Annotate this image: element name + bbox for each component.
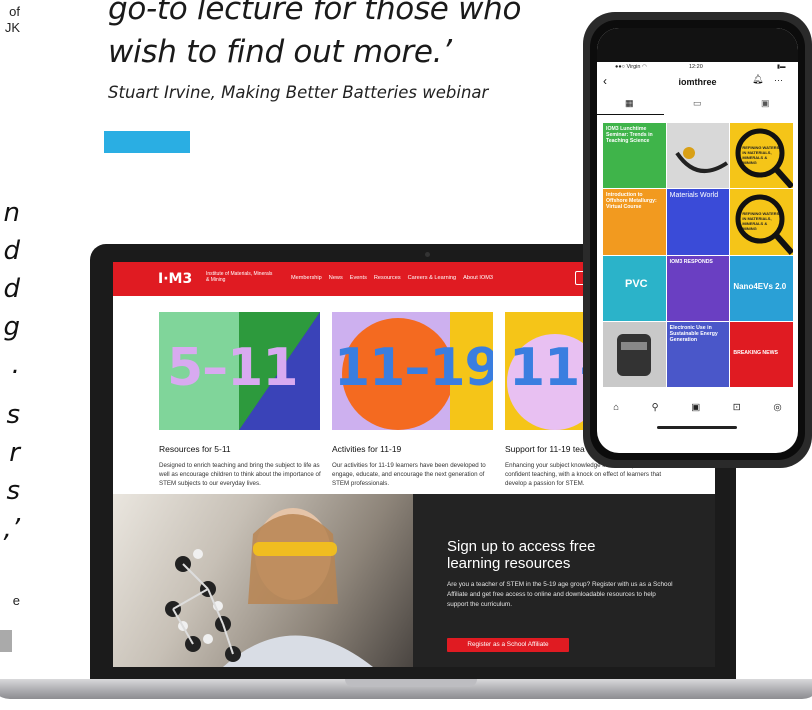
reels-icon[interactable]: ▭ bbox=[693, 98, 702, 109]
battery-icon: ▮▬ bbox=[777, 64, 786, 70]
post-caption: REFINING WATERS IN MATERIALS, MINERALS &… bbox=[742, 145, 780, 165]
post-grid: IOM3 Lunchtime Seminar: Trends in Teachi… bbox=[603, 123, 793, 387]
left-fragment-line: g bbox=[3, 312, 20, 342]
quote-text: go-to lecture for those who wish to find… bbox=[108, 0, 578, 74]
student-photo bbox=[113, 494, 413, 667]
left-fragment-line: s bbox=[6, 400, 20, 430]
home-indicator bbox=[657, 426, 737, 429]
left-fragment-line: s bbox=[6, 476, 20, 506]
reels-icon[interactable]: ▣ bbox=[691, 402, 700, 413]
post-caption: Nano4EVs 2.0 bbox=[733, 281, 787, 291]
phone-top-bezel bbox=[597, 28, 798, 62]
card-title[interactable]: Activities for 11-19 bbox=[332, 444, 401, 454]
post-tile[interactable]: Electronic Use in Sustainable Energy Gen… bbox=[666, 321, 730, 387]
main-nav: Membership News Events Resources Careers… bbox=[291, 275, 493, 281]
shop-icon[interactable]: ⊡ bbox=[733, 402, 741, 413]
quote-line-1: go-to lecture for those who bbox=[108, 0, 522, 27]
tagged-icon[interactable]: ▣ bbox=[761, 98, 770, 109]
profile-icon[interactable]: ◎ bbox=[773, 402, 781, 413]
grid-icon[interactable]: ▦ bbox=[625, 98, 634, 109]
left-fragment-bottom: e bbox=[12, 593, 20, 608]
card-image-11-19[interactable]: 11–19 bbox=[332, 312, 493, 430]
status-time: 12:20 bbox=[689, 64, 703, 70]
post-caption: PVC bbox=[625, 277, 648, 290]
phone-screen: ●●○ Virgin ◠ 12:20 ▮▬ ‹ iomthree 🔔︎ ··· … bbox=[597, 28, 798, 453]
site-logo[interactable]: I·M3 bbox=[158, 271, 192, 287]
post-tile[interactable]: PVC bbox=[603, 255, 666, 321]
card-title[interactable]: Support for 11-19 tea bbox=[505, 444, 585, 454]
bottom-nav: ⌂ ⚲ ▣ ⊡ ◎ bbox=[597, 396, 798, 418]
carrier-label: ●●○ Virgin ◠ bbox=[615, 64, 647, 70]
carrier-name: Virgin bbox=[626, 64, 641, 70]
post-tile[interactable]: Nano4EVs 2.0 bbox=[730, 255, 793, 321]
card-description: Our activities for 11-19 learners have b… bbox=[332, 462, 486, 487]
post-caption: REFINING WATERS IN MATERIALS, MINERALS &… bbox=[742, 211, 780, 232]
post-caption: Materials World bbox=[669, 192, 719, 200]
molecule-model-image bbox=[165, 508, 373, 667]
nav-item-news[interactable]: News bbox=[329, 275, 343, 281]
left-fragment-line: ,’ bbox=[3, 514, 20, 544]
left-fragment-line: r bbox=[9, 438, 20, 468]
post-caption: IOM3 RESPONDS bbox=[669, 258, 713, 265]
left-fragment-line: d bbox=[3, 236, 20, 266]
post-tile[interactable]: IOM3 Lunchtime Seminar: Trends in Teachi… bbox=[603, 123, 666, 189]
promo-title: Sign up to access free learning resource… bbox=[447, 538, 596, 572]
post-tile[interactable] bbox=[666, 123, 730, 189]
accent-bar bbox=[104, 131, 190, 153]
left-fragment-top1: of bbox=[9, 4, 20, 19]
card-number: 5–11 bbox=[167, 338, 299, 398]
post-caption: IOM3 Lunchtime Seminar: Trends in Teachi… bbox=[606, 126, 653, 144]
post-image bbox=[617, 333, 651, 376]
post-image bbox=[674, 147, 728, 173]
profile-username: iomthree bbox=[678, 77, 717, 87]
post-tile[interactable] bbox=[603, 321, 666, 387]
card-title[interactable]: Resources for 5-11 bbox=[159, 444, 231, 454]
post-tile[interactable]: IOM3 RESPONDS bbox=[666, 255, 730, 321]
post-caption: Introduction to Offshore Metallurgy: Vir… bbox=[606, 192, 657, 211]
card-description: Designed to enrich teaching and bring th… bbox=[159, 462, 321, 487]
promo-text: Are you a teacher of STEM in the 5-19 ag… bbox=[447, 581, 673, 608]
card-number: 11–19 bbox=[334, 338, 493, 398]
gray-chip bbox=[0, 630, 12, 652]
left-fragment-line: n bbox=[3, 198, 20, 228]
nav-item-events[interactable]: Events bbox=[350, 275, 367, 281]
post-tile[interactable]: BREAKING NEWS bbox=[730, 321, 793, 387]
card-image-5-11[interactable]: 5–11 bbox=[159, 312, 320, 430]
laptop-notch bbox=[345, 679, 477, 687]
home-icon[interactable]: ⌂ bbox=[613, 402, 619, 413]
register-button[interactable]: Register as a School Affiliate bbox=[447, 638, 569, 652]
nav-item-careers[interactable]: Careers & Learning bbox=[408, 275, 457, 281]
post-caption: BREAKING NEWS bbox=[733, 349, 778, 356]
nav-item-resources[interactable]: Resources bbox=[374, 275, 401, 281]
more-icon[interactable]: ··· bbox=[774, 75, 783, 85]
nav-item-membership[interactable]: Membership bbox=[291, 275, 322, 281]
post-tile[interactable]: Materials World bbox=[666, 189, 730, 255]
post-tile[interactable]: REFINING WATERS IN MATERIALS, MINERALS &… bbox=[730, 123, 793, 189]
post-tile[interactable]: REFINING WATERS IN MATERIALS, MINERALS &… bbox=[730, 189, 793, 255]
quote-attribution: Stuart Irvine, Making Better Batteries w… bbox=[108, 83, 489, 102]
search-icon[interactable]: ⚲ bbox=[652, 402, 659, 413]
left-fragment-line: d bbox=[3, 274, 20, 304]
post-caption: Electronic Use in Sustainable Energy Gen… bbox=[669, 324, 718, 343]
nav-item-about[interactable]: About IOM3 bbox=[463, 275, 493, 281]
bell-icon[interactable]: 🔔︎ bbox=[752, 74, 763, 85]
active-tab-indicator bbox=[597, 114, 664, 115]
left-fragment-line: . bbox=[11, 350, 20, 380]
site-logo-subtitle: Institute of Materials, Minerals & Minin… bbox=[206, 271, 273, 283]
camera-icon bbox=[425, 252, 430, 257]
quote-line-2: wish to find out more.’ bbox=[108, 34, 452, 70]
left-fragment-top2: JK bbox=[4, 20, 20, 35]
post-tile[interactable]: Introduction to Offshore Metallurgy: Vir… bbox=[603, 189, 666, 255]
